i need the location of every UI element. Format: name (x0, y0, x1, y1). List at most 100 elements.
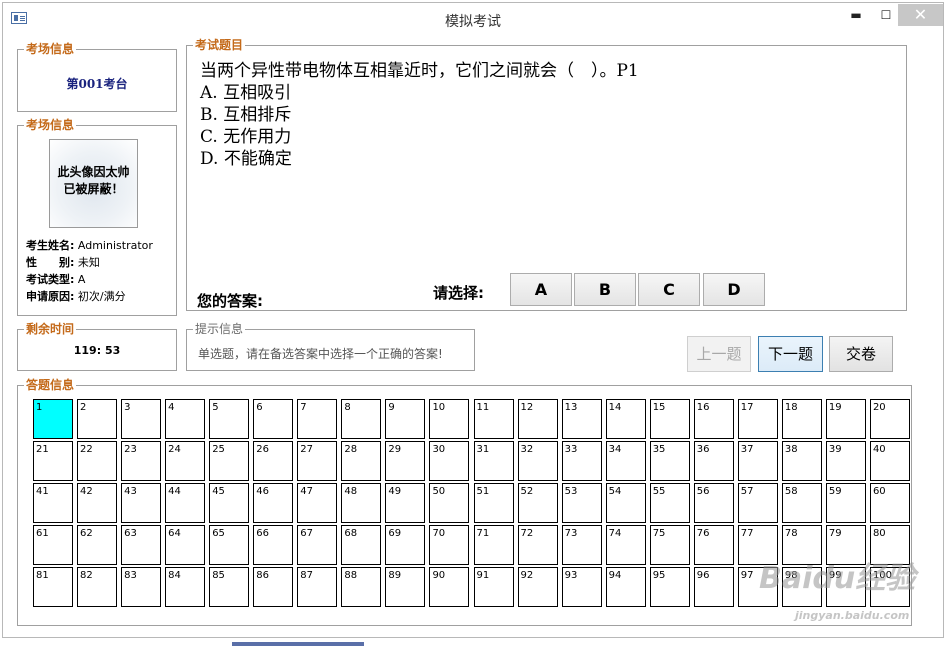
question-cell-47[interactable]: 47 (297, 483, 338, 523)
question-cell-52[interactable]: 52 (517, 483, 558, 523)
question-cell-77[interactable]: 77 (737, 525, 778, 565)
question-cell-98[interactable]: 98 (781, 567, 822, 607)
question-cell-51[interactable]: 51 (473, 483, 514, 523)
question-cell-16[interactable]: 16 (693, 399, 734, 439)
question-cell-57[interactable]: 57 (737, 483, 778, 523)
question-cell-82[interactable]: 82 (77, 567, 118, 607)
question-cell-4[interactable]: 4 (165, 399, 206, 439)
question-cell-78[interactable]: 78 (781, 525, 822, 565)
question-cell-22[interactable]: 22 (77, 441, 118, 481)
question-cell-44[interactable]: 44 (165, 483, 206, 523)
question-cell-49[interactable]: 49 (385, 483, 426, 523)
question-cell-73[interactable]: 73 (561, 525, 602, 565)
close-button[interactable]: ✕ (898, 4, 943, 26)
question-cell-43[interactable]: 43 (121, 483, 162, 523)
question-cell-96[interactable]: 96 (693, 567, 734, 607)
question-cell-20[interactable]: 20 (869, 399, 910, 439)
question-cell-80[interactable]: 80 (869, 525, 910, 565)
question-cell-56[interactable]: 56 (693, 483, 734, 523)
question-cell-13[interactable]: 13 (561, 399, 602, 439)
question-cell-17[interactable]: 17 (737, 399, 778, 439)
question-cell-95[interactable]: 95 (649, 567, 690, 607)
question-cell-40[interactable]: 40 (869, 441, 910, 481)
answer-d-button[interactable]: D (703, 273, 765, 306)
question-cell-24[interactable]: 24 (165, 441, 206, 481)
question-cell-94[interactable]: 94 (605, 567, 646, 607)
question-cell-14[interactable]: 14 (605, 399, 646, 439)
question-cell-59[interactable]: 59 (825, 483, 866, 523)
question-cell-21[interactable]: 21 (33, 441, 73, 481)
question-cell-85[interactable]: 85 (209, 567, 250, 607)
question-cell-5[interactable]: 5 (209, 399, 250, 439)
question-cell-65[interactable]: 65 (209, 525, 250, 565)
question-cell-42[interactable]: 42 (77, 483, 118, 523)
question-cell-61[interactable]: 61 (33, 525, 73, 565)
question-cell-74[interactable]: 74 (605, 525, 646, 565)
question-cell-9[interactable]: 9 (385, 399, 426, 439)
question-cell-72[interactable]: 72 (517, 525, 558, 565)
question-cell-62[interactable]: 62 (77, 525, 118, 565)
maximize-button[interactable]: ☐ (871, 4, 901, 26)
question-cell-60[interactable]: 60 (869, 483, 910, 523)
question-cell-2[interactable]: 2 (77, 399, 118, 439)
question-cell-63[interactable]: 63 (121, 525, 162, 565)
question-cell-48[interactable]: 48 (341, 483, 382, 523)
question-cell-27[interactable]: 27 (297, 441, 338, 481)
question-cell-8[interactable]: 8 (341, 399, 382, 439)
question-cell-46[interactable]: 46 (253, 483, 294, 523)
question-cell-34[interactable]: 34 (605, 441, 646, 481)
question-cell-3[interactable]: 3 (121, 399, 162, 439)
question-cell-36[interactable]: 36 (693, 441, 734, 481)
question-cell-23[interactable]: 23 (121, 441, 162, 481)
answer-c-button[interactable]: C (638, 273, 700, 306)
question-cell-58[interactable]: 58 (781, 483, 822, 523)
question-cell-37[interactable]: 37 (737, 441, 778, 481)
question-cell-70[interactable]: 70 (429, 525, 470, 565)
question-cell-92[interactable]: 92 (517, 567, 558, 607)
question-cell-33[interactable]: 33 (561, 441, 602, 481)
answer-a-button[interactable]: A (510, 273, 572, 306)
question-cell-39[interactable]: 39 (825, 441, 866, 481)
question-cell-64[interactable]: 64 (165, 525, 206, 565)
question-cell-87[interactable]: 87 (297, 567, 338, 607)
question-cell-84[interactable]: 84 (165, 567, 206, 607)
question-cell-75[interactable]: 75 (649, 525, 690, 565)
question-cell-66[interactable]: 66 (253, 525, 294, 565)
question-cell-25[interactable]: 25 (209, 441, 250, 481)
question-cell-86[interactable]: 86 (253, 567, 294, 607)
question-cell-32[interactable]: 32 (517, 441, 558, 481)
question-cell-68[interactable]: 68 (341, 525, 382, 565)
question-cell-79[interactable]: 79 (825, 525, 866, 565)
question-cell-89[interactable]: 89 (385, 567, 426, 607)
question-cell-7[interactable]: 7 (297, 399, 338, 439)
question-cell-45[interactable]: 45 (209, 483, 250, 523)
question-cell-53[interactable]: 53 (561, 483, 602, 523)
question-cell-88[interactable]: 88 (341, 567, 382, 607)
submit-exam-button[interactable]: 交卷 (829, 336, 893, 372)
question-cell-83[interactable]: 83 (121, 567, 162, 607)
question-cell-19[interactable]: 19 (825, 399, 866, 439)
answer-b-button[interactable]: B (574, 273, 636, 306)
question-cell-26[interactable]: 26 (253, 441, 294, 481)
question-cell-50[interactable]: 50 (429, 483, 470, 523)
question-cell-11[interactable]: 11 (473, 399, 514, 439)
question-cell-28[interactable]: 28 (341, 441, 382, 481)
question-cell-35[interactable]: 35 (649, 441, 690, 481)
question-cell-90[interactable]: 90 (429, 567, 470, 607)
question-cell-31[interactable]: 31 (473, 441, 514, 481)
question-cell-15[interactable]: 15 (649, 399, 690, 439)
question-cell-99[interactable]: 99 (825, 567, 866, 607)
prev-question-button[interactable]: 上一题 (687, 336, 751, 372)
question-cell-69[interactable]: 69 (385, 525, 426, 565)
question-cell-71[interactable]: 71 (473, 525, 514, 565)
question-cell-67[interactable]: 67 (297, 525, 338, 565)
question-cell-100[interactable]: 100 (869, 567, 910, 607)
question-cell-18[interactable]: 18 (781, 399, 822, 439)
question-cell-76[interactable]: 76 (693, 525, 734, 565)
minimize-button[interactable]: ▬ (839, 4, 873, 26)
question-cell-29[interactable]: 29 (385, 441, 426, 481)
question-cell-81[interactable]: 81 (33, 567, 73, 607)
question-cell-93[interactable]: 93 (561, 567, 602, 607)
question-cell-54[interactable]: 54 (605, 483, 646, 523)
question-cell-1[interactable]: 1 (33, 399, 73, 439)
